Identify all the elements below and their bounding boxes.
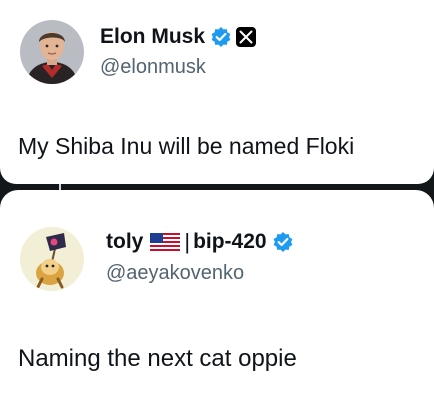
tweet-card-elon[interactable]: Elon Musk @elonmusk My Shiba Inu will be… bbox=[0, 0, 434, 184]
verified-badge-icon bbox=[210, 26, 232, 48]
x-logo-icon bbox=[236, 27, 257, 47]
us-flag-icon bbox=[150, 233, 181, 251]
author-handle[interactable]: @aeyakovenko bbox=[106, 262, 244, 285]
author-handle[interactable]: @elonmusk bbox=[100, 56, 206, 79]
verified-badge-icon bbox=[272, 231, 294, 253]
name-separator: | bbox=[184, 229, 191, 254]
tweet-text: My Shiba Inu will be named Floki bbox=[18, 133, 355, 159]
tweet-text: Naming the next cat oppie bbox=[18, 345, 297, 372]
author-name-suffix[interactable]: bip-420 bbox=[193, 230, 267, 254]
author-name[interactable]: toly bbox=[106, 230, 143, 254]
author-row: Elon Musk bbox=[100, 25, 257, 49]
avatar[interactable] bbox=[20, 227, 84, 291]
author-name[interactable]: Elon Musk bbox=[100, 25, 205, 49]
avatar[interactable] bbox=[20, 20, 84, 84]
author-row: toly | bip-420 bbox=[106, 229, 294, 255]
